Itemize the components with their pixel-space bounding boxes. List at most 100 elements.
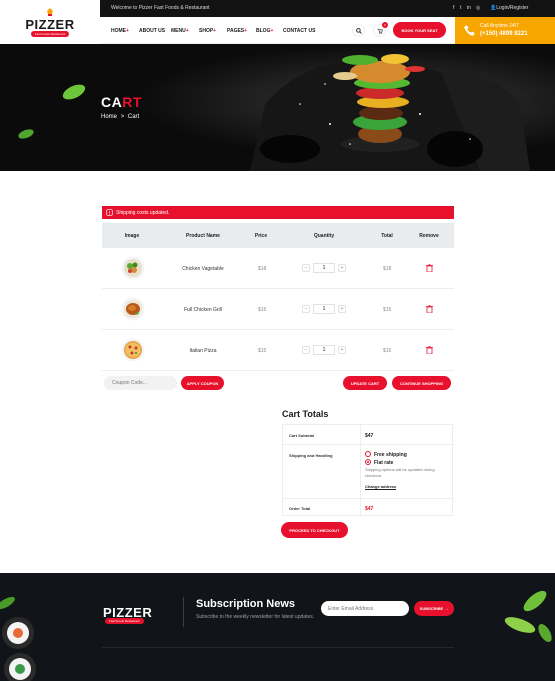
apply-coupon-button[interactable]: APPLY COUPON <box>181 376 224 390</box>
login-link[interactable]: 👤Login/Register <box>490 5 528 11</box>
shipping-note: Shipping options will be updated during … <box>365 467 435 478</box>
cart-button[interactable]: 0 <box>373 22 388 37</box>
shipping-label: Shipping and Handling <box>289 453 333 458</box>
nav-label: HOME <box>111 28 126 34</box>
info-icon <box>106 209 113 216</box>
footer-rule <box>102 647 454 648</box>
cart-totals-title: Cart Totals <box>282 409 329 419</box>
quantity-plus-button[interactable]: + <box>338 346 346 354</box>
quantity-stepper: − 1 + <box>302 345 346 355</box>
nav-home[interactable]: HOME+ <box>111 28 129 34</box>
cart-notice: Shipping costs updated. <box>102 206 454 219</box>
change-address-link[interactable]: Change address <box>365 484 397 490</box>
quantity-stepper: − 1 + <box>302 304 346 314</box>
nav-plus-icon: + <box>185 28 189 34</box>
product-name-text: Chicken Vagetable <box>182 266 224 272</box>
free-shipping-radio[interactable] <box>365 451 371 457</box>
login-label: Login/Register <box>496 5 529 11</box>
quantity-input[interactable]: 1 <box>313 304 335 314</box>
totals-order-row: Order Total $47 <box>283 499 454 517</box>
quantity-plus-button[interactable]: + <box>338 305 346 313</box>
top-bar: Welcome to Pizzer Fast Foods & Restauran… <box>100 0 555 17</box>
subtotal-value: $47 <box>365 433 374 439</box>
instagram-icon[interactable]: ◎ <box>476 5 480 11</box>
nav-label: MENU <box>171 28 186 34</box>
call-label: Call Anytime 24/7 <box>480 23 519 29</box>
product-image[interactable] <box>121 338 145 362</box>
header-quantity: Quantity <box>313 233 335 239</box>
breadcrumb-home[interactable]: Home <box>101 114 117 120</box>
book-seat-button[interactable]: BOOK YOUR SEAT <box>393 22 446 38</box>
linkedin-icon[interactable]: in <box>467 5 471 11</box>
twitter-icon[interactable]: t <box>460 5 461 11</box>
breadcrumb-separator: > <box>120 114 125 120</box>
product-name-text: Italian Pizza <box>189 348 217 354</box>
product-total: $15 <box>383 307 392 313</box>
footer-divider <box>183 597 184 627</box>
quantity-plus-button[interactable]: + <box>338 264 346 272</box>
product-price: $18 <box>258 266 267 272</box>
page-hero: CART Home > Cart <box>0 44 555 171</box>
product-image[interactable] <box>121 297 145 321</box>
facebook-icon[interactable]: f <box>453 5 454 11</box>
hero-burger-image <box>0 44 555 171</box>
header-product-name: Product Name <box>186 233 220 239</box>
call-box: Call Anytime 24/7 (+150) 4899 8221 <box>455 17 555 44</box>
update-cart-button[interactable]: UPDATE CART <box>343 376 387 390</box>
footer-background-decor <box>0 590 552 681</box>
nav-label: SHOP <box>199 28 214 34</box>
nav-blog[interactable]: BLOG+ <box>256 28 273 34</box>
search-button[interactable] <box>352 24 365 37</box>
breadcrumb: Home > Cart <box>101 114 139 120</box>
nav-label: BLOG <box>256 28 271 34</box>
nav-plus-icon: + <box>270 28 274 34</box>
totals-subtotal-row: Cart Subtotal $47 <box>283 425 454 445</box>
product-price: $15 <box>258 307 267 313</box>
trash-icon[interactable] <box>426 346 433 354</box>
chef-hat-icon <box>47 7 53 16</box>
trash-icon[interactable] <box>426 264 433 272</box>
product-total: $15 <box>383 348 392 354</box>
quantity-input[interactable]: 1 <box>313 263 335 273</box>
quantity-minus-button[interactable]: − <box>302 346 310 354</box>
nav-menu[interactable]: MENU+ <box>171 28 189 34</box>
call-number[interactable]: (+150) 4899 8221 <box>480 31 528 37</box>
nav-pages[interactable]: PAGES+ <box>227 28 247 34</box>
table-row: Chicken Vagetable $18 − 1 + $18 <box>102 248 454 289</box>
nav-about[interactable]: ABOUT US <box>139 28 165 34</box>
subscribe-button[interactable]: SUBSCRIBE → <box>414 601 454 616</box>
product-name-text: Full Chicken Grill <box>184 307 222 313</box>
nav-plus-icon: + <box>213 28 217 34</box>
flat-rate-radio[interactable] <box>365 459 371 465</box>
site-logo[interactable]: PIZZER Fast Foods Restaurant <box>0 0 100 44</box>
header-remove: Remove <box>419 233 439 239</box>
logo-tagline: Fast Foods Restaurant <box>30 30 70 37</box>
header-total: Total <box>381 233 393 239</box>
nav-shop[interactable]: SHOP+ <box>199 28 216 34</box>
page-title-highlight: RT <box>122 94 142 110</box>
subtotal-label: Cart Subtotal <box>289 433 315 438</box>
proceed-to-checkout-button[interactable]: PROCEED TO CHECKOUT <box>281 522 348 538</box>
nav-plus-icon: + <box>244 28 248 34</box>
logo-text: PIZZER <box>25 16 75 32</box>
welcome-text: Welcome to Pizzer Fast Foods & Restauran… <box>111 5 210 11</box>
quantity-input[interactable]: 1 <box>313 345 335 355</box>
quantity-minus-button[interactable]: − <box>302 305 310 313</box>
flat-rate-label[interactable]: Flat rate <box>374 460 393 466</box>
email-input[interactable] <box>321 601 409 616</box>
product-total: $18 <box>383 266 392 272</box>
table-row: Full Chicken Grill $15 − 1 + $15 <box>102 289 454 330</box>
nav-contact[interactable]: CONTACT US <box>283 28 315 34</box>
notice-text: Shipping costs updated. <box>116 210 170 216</box>
trash-icon[interactable] <box>426 305 433 313</box>
order-total-label: Order Total <box>289 506 311 511</box>
cart-icon <box>377 28 383 34</box>
continue-shopping-button[interactable]: CONTINUE SHOPPING <box>392 376 451 390</box>
coupon-input[interactable] <box>104 376 177 390</box>
header-price: Price <box>254 233 268 239</box>
product-image[interactable] <box>121 256 145 280</box>
subscription-subtitle: Subscribe to the weekly newsletter for l… <box>196 614 315 620</box>
quantity-minus-button[interactable]: − <box>302 264 310 272</box>
nav-label: ABOUT US <box>139 28 166 34</box>
free-shipping-label[interactable]: Free shipping <box>374 452 407 458</box>
